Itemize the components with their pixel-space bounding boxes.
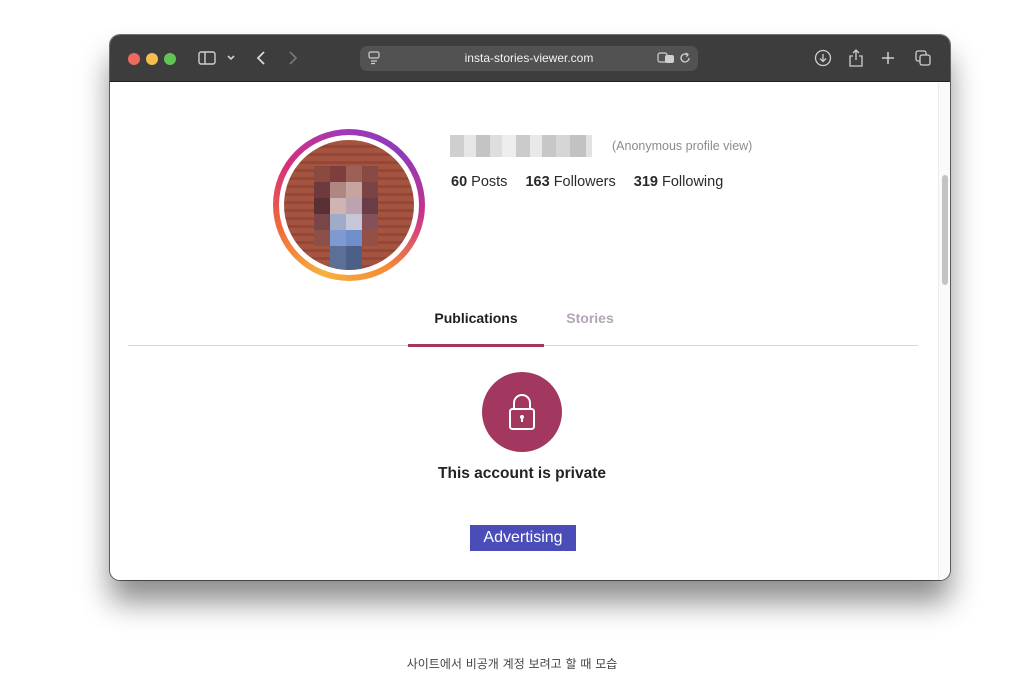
stat-following: 319 Following xyxy=(633,174,724,190)
tab-publications[interactable]: Publications xyxy=(408,310,544,326)
stat-followers: 163 Followers xyxy=(525,174,616,190)
pixel-block xyxy=(346,230,362,246)
pixel-block xyxy=(362,182,378,198)
scrollbar-thumb[interactable] xyxy=(942,175,948,285)
forward-icon[interactable] xyxy=(284,46,302,70)
sidebar-icon[interactable] xyxy=(196,46,218,70)
active-tab-indicator xyxy=(408,344,544,347)
pixel-block xyxy=(362,198,378,214)
lock-icon xyxy=(482,372,562,452)
profile-avatar[interactable] xyxy=(273,129,425,281)
pixel-block xyxy=(330,198,346,214)
advertising-button[interactable]: Advertising xyxy=(470,525,576,551)
downloads-icon[interactable] xyxy=(813,46,833,70)
pixel-block xyxy=(346,214,362,230)
new-tab-icon[interactable] xyxy=(878,46,898,70)
anonymous-note: (Anonymous profile view) xyxy=(612,139,753,153)
browser-toolbar: insta-stories-viewer.com xyxy=(110,35,950,82)
zoom-window-button[interactable] xyxy=(164,53,176,65)
translate-icon[interactable] xyxy=(656,49,676,67)
share-icon[interactable] xyxy=(846,46,866,70)
pixel-block xyxy=(346,198,362,214)
pixel-block xyxy=(330,246,346,270)
pixel-block xyxy=(362,166,378,182)
pixel-block xyxy=(330,230,346,246)
image-caption: 사이트에서 비공개 계정 보려고 할 때 모습 xyxy=(406,657,618,671)
reload-icon[interactable] xyxy=(678,49,692,67)
avatar-photo-pixelated xyxy=(284,140,414,270)
browser-window: insta-stories-viewer.com (Anonymous prof… xyxy=(110,35,950,580)
scrollbar[interactable] xyxy=(938,83,950,580)
pixel-block xyxy=(314,182,330,198)
private-account-message: This account is private xyxy=(438,465,606,482)
avatar-border xyxy=(279,135,419,275)
pixel-block xyxy=(314,230,330,246)
tab-overview-icon[interactable] xyxy=(913,46,933,70)
url-text[interactable]: insta-stories-viewer.com xyxy=(360,51,698,65)
pixel-block xyxy=(314,166,330,182)
pixel-block xyxy=(362,214,378,230)
address-bar[interactable]: insta-stories-viewer.com xyxy=(360,46,698,71)
pixel-block xyxy=(330,166,346,182)
pixel-block xyxy=(362,230,378,246)
pixel-block xyxy=(346,182,362,198)
minimize-window-button[interactable] xyxy=(146,53,158,65)
pixel-block xyxy=(346,246,362,270)
pixel-block xyxy=(346,166,362,182)
page-content: (Anonymous profile view) 60 Posts 163 Fo… xyxy=(110,83,938,580)
pixel-block xyxy=(314,198,330,214)
pixel-block xyxy=(330,182,346,198)
close-window-button[interactable] xyxy=(128,53,140,65)
username-blurred xyxy=(450,135,592,157)
back-icon[interactable] xyxy=(252,46,270,70)
pixel-block xyxy=(314,214,330,230)
stat-posts: 60 Posts xyxy=(451,174,508,190)
tab-stories[interactable]: Stories xyxy=(550,310,630,326)
page: insta-stories-viewer.com (Anonymous prof… xyxy=(0,0,1024,693)
chevron-down-icon[interactable] xyxy=(224,46,238,70)
pixel-block xyxy=(330,214,346,230)
profile-stats: 60 Posts 163 Followers 319 Following xyxy=(451,174,737,190)
